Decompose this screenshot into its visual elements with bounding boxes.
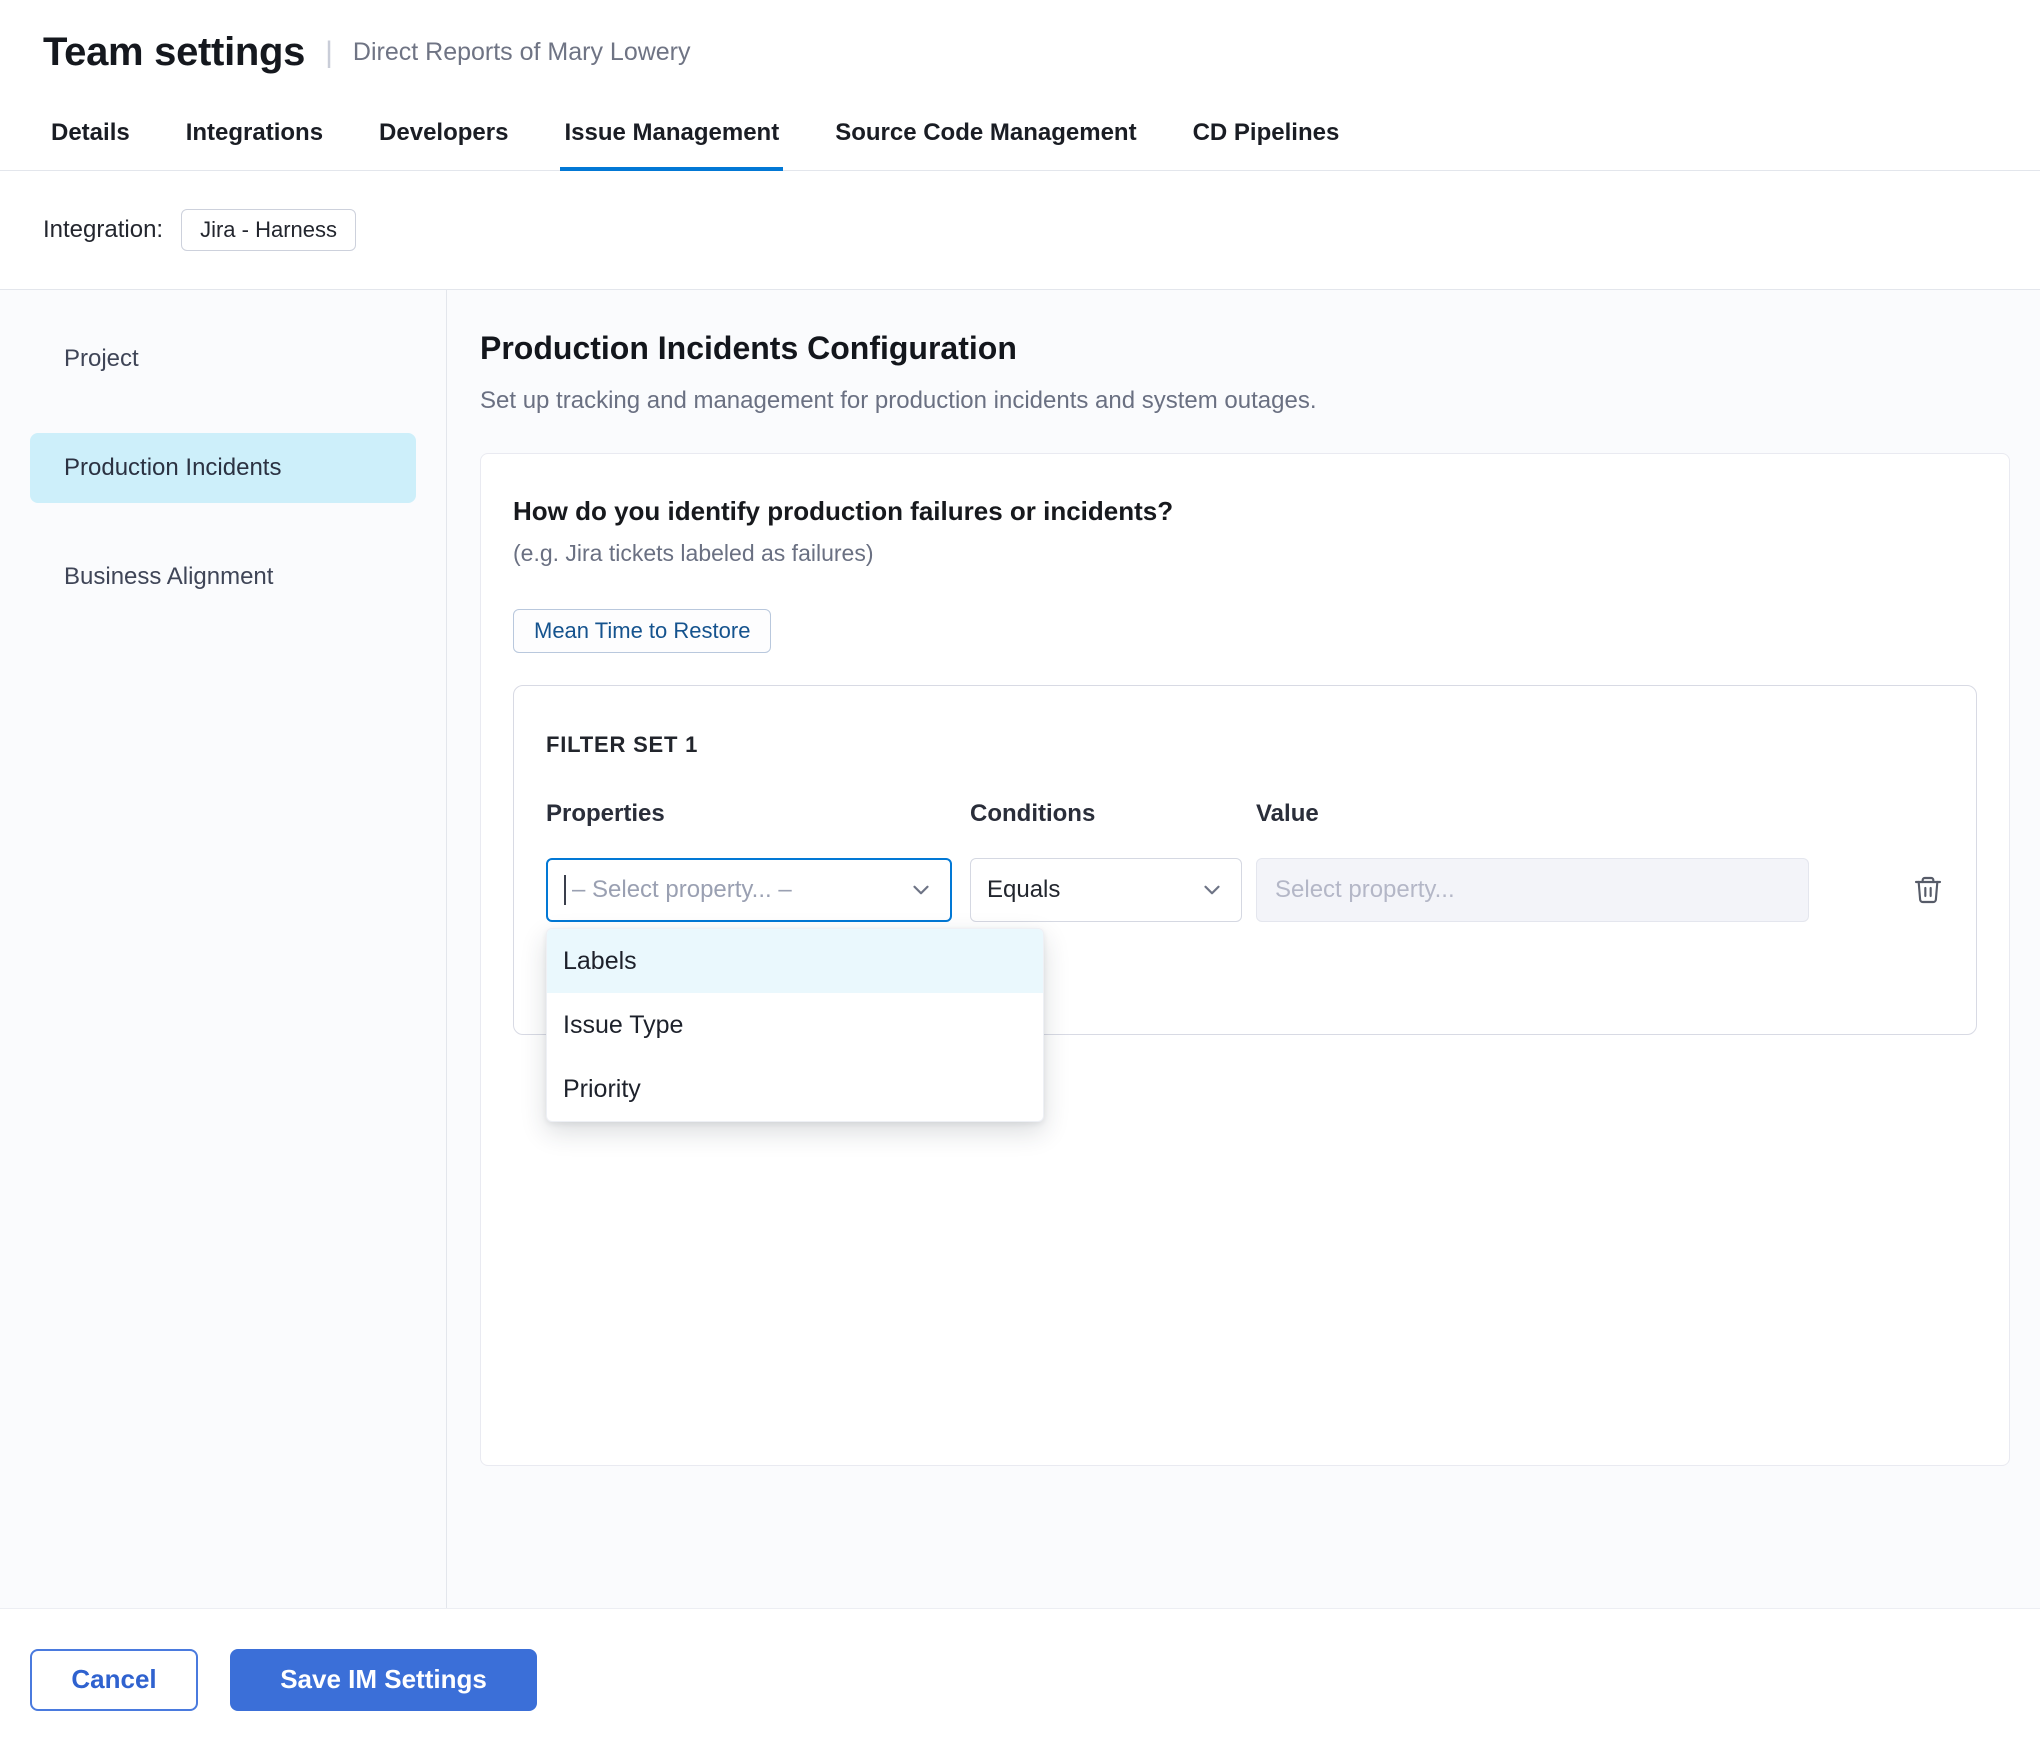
question-heading: How do you identify production failures … — [513, 496, 1977, 527]
page: Team settings | Direct Reports of Mary L… — [0, 0, 2040, 1750]
property-select[interactable]: – Select property... – — [546, 858, 952, 922]
incidents-config-card: How do you identify production failures … — [480, 453, 2010, 1466]
dropdown-option-issue-type[interactable]: Issue Type — [547, 993, 1043, 1057]
mean-time-to-restore-tab[interactable]: Mean Time to Restore — [513, 609, 771, 653]
filter-column-labels: Properties Conditions Value — [546, 800, 1944, 828]
value-column-label: Value — [1256, 800, 1809, 828]
integration-chip[interactable]: Jira - Harness — [181, 209, 356, 251]
tab-source-code-management[interactable]: Source Code Management — [831, 99, 1140, 171]
settings-sidebar: Project Production Incidents Business Al… — [0, 290, 447, 1608]
sidebar-item-business-alignment[interactable]: Business Alignment — [30, 542, 416, 612]
main-panel: Production Incidents Configuration Set u… — [447, 290, 2040, 1608]
filter-row: – Select property... – Equals — [546, 858, 1944, 922]
section-title: Production Incidents Configuration — [480, 330, 2010, 367]
title-separator: | — [325, 36, 333, 70]
tab-integrations[interactable]: Integrations — [182, 99, 327, 171]
tab-issue-management[interactable]: Issue Management — [560, 99, 783, 171]
filter-set-title: FILTER SET 1 — [546, 732, 1944, 758]
page-subtitle: Direct Reports of Mary Lowery — [353, 38, 691, 67]
cancel-button[interactable]: Cancel — [30, 1649, 198, 1711]
property-dropdown: Labels Issue Type Priority — [546, 928, 1044, 1122]
property-select-placeholder: – Select property... – — [572, 876, 792, 904]
tab-cd-pipelines[interactable]: CD Pipelines — [1189, 99, 1344, 171]
integration-label: Integration: — [43, 216, 163, 244]
page-title: Team settings — [43, 30, 305, 75]
conditions-column-label: Conditions — [970, 800, 1242, 828]
tab-developers[interactable]: Developers — [375, 99, 512, 171]
sidebar-item-production-incidents[interactable]: Production Incidents — [30, 433, 416, 503]
properties-column-label: Properties — [546, 800, 952, 828]
condition-select[interactable]: Equals — [970, 858, 1242, 922]
question-hint: (e.g. Jira tickets labeled as failures) — [513, 540, 1977, 567]
delete-filter-button[interactable] — [1912, 874, 1944, 906]
page-header: Team settings | Direct Reports of Mary L… — [0, 0, 2040, 99]
chevron-down-icon — [908, 877, 934, 903]
sidebar-item-project[interactable]: Project — [30, 324, 416, 394]
dropdown-option-labels[interactable]: Labels — [547, 929, 1043, 993]
dropdown-option-priority[interactable]: Priority — [547, 1057, 1043, 1121]
condition-select-value: Equals — [987, 876, 1060, 904]
value-input[interactable] — [1256, 858, 1809, 922]
integration-row: Integration: Jira - Harness — [0, 171, 2040, 290]
save-im-settings-button[interactable]: Save IM Settings — [230, 1649, 537, 1711]
text-cursor — [564, 875, 566, 905]
tab-bar: Details Integrations Developers Issue Ma… — [0, 99, 2040, 171]
section-subtitle: Set up tracking and management for produ… — [480, 387, 2010, 415]
footer-action-bar: Cancel Save IM Settings — [0, 1608, 2040, 1750]
content-area: Project Production Incidents Business Al… — [0, 290, 2040, 1608]
filter-set-box: FILTER SET 1 Properties Conditions Value… — [513, 685, 1977, 1035]
tab-details[interactable]: Details — [47, 99, 134, 171]
chevron-down-icon — [1199, 877, 1225, 903]
